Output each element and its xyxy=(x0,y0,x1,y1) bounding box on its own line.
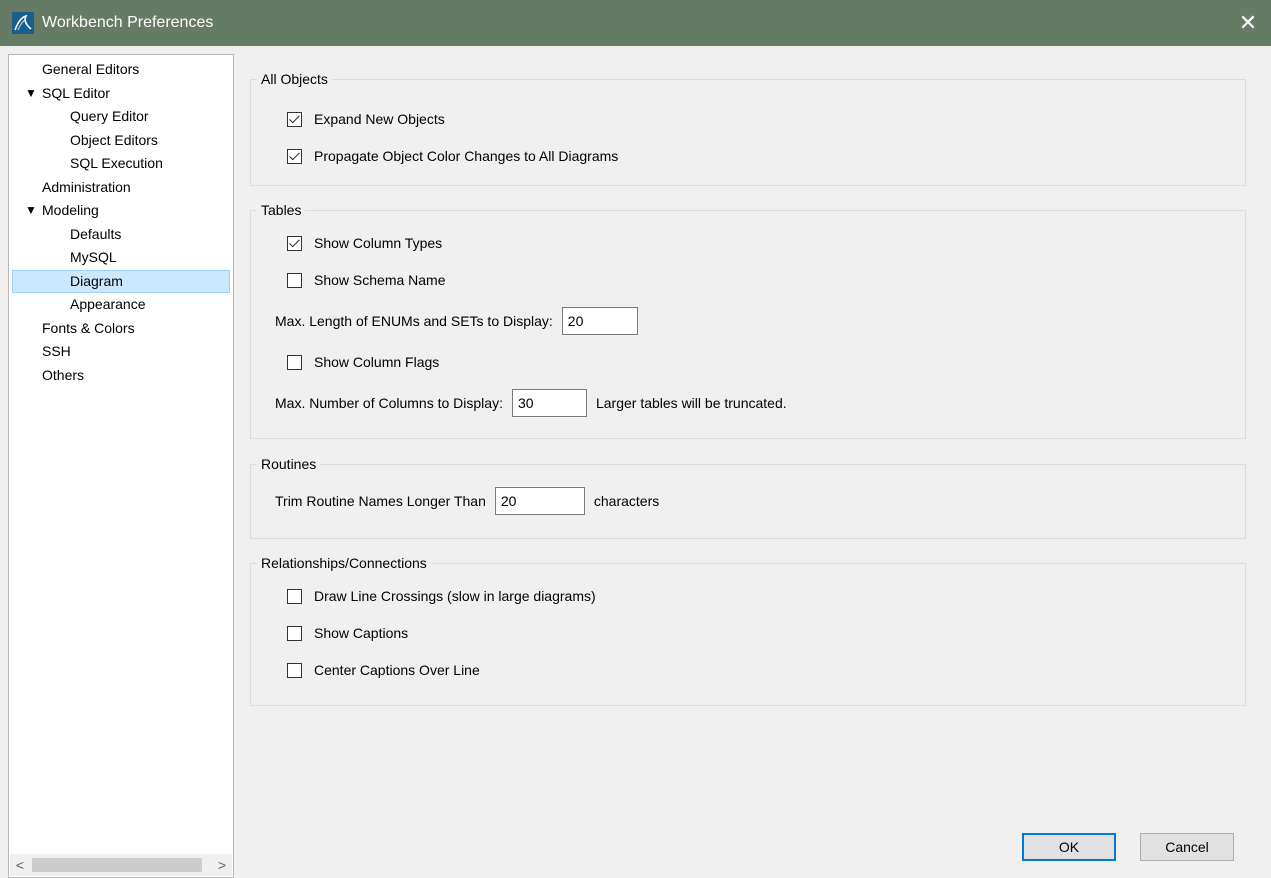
dialog-body: General Editors ▼ SQL Editor Query Editor… xyxy=(0,46,1271,878)
tree-item-object-editors[interactable]: Object Editors xyxy=(9,129,233,153)
tree-item-ssh[interactable]: SSH xyxy=(9,340,233,364)
draw-line-crossings-checkbox[interactable] xyxy=(287,588,302,604)
checkbox-label: Show Column Flags xyxy=(314,354,440,370)
tree-item-label: Modeling xyxy=(42,202,99,218)
tree-item-fonts-colors[interactable]: Fonts & Colors xyxy=(9,317,233,341)
tree-item-label: General Editors xyxy=(42,61,140,77)
tree-item-label: Appearance xyxy=(70,296,146,312)
all-objects-group: All Objects Expand New Objects Propagate… xyxy=(250,69,1246,186)
tree-item-modeling[interactable]: ▼ Modeling xyxy=(9,199,233,223)
max-enum-length-row: Max. Length of ENUMs and SETs to Display… xyxy=(275,307,647,335)
tree-item-label: Defaults xyxy=(70,225,122,242)
max-columns-row: Max. Number of Columns to Display: Large… xyxy=(275,389,787,417)
cancel-button[interactable]: Cancel xyxy=(1140,833,1234,861)
checkbox-label: Propagate Object Color Changes to All Di… xyxy=(314,148,619,164)
tree-item-label: SQL Execution xyxy=(70,155,163,171)
group-title: Routines xyxy=(257,454,321,474)
tree-item-sql-editor[interactable]: ▼ SQL Editor xyxy=(9,82,233,106)
close-button[interactable]: ✕ xyxy=(1225,0,1271,46)
preferences-tree: General Editors ▼ SQL Editor Query Editor… xyxy=(8,54,234,878)
close-icon: ✕ xyxy=(1238,10,1258,35)
tree-item-label: Administration xyxy=(42,178,131,195)
tree-item-query-editor[interactable]: Query Editor xyxy=(9,105,233,129)
tree-item-others[interactable]: Others xyxy=(9,364,233,388)
max-enum-length-input[interactable] xyxy=(561,307,638,335)
draw-line-crossings-option[interactable]: Draw Line Crossings (slow in large diagr… xyxy=(287,588,596,604)
diagram-settings-panel: All Objects Expand New Objects Propagate… xyxy=(240,54,1258,818)
propagate-color-option[interactable]: Propagate Object Color Changes to All Di… xyxy=(287,148,618,164)
window-title: Workbench Preferences xyxy=(42,14,214,31)
tree-item-general-editors[interactable]: General Editors xyxy=(9,58,233,82)
show-column-types-option[interactable]: Show Column Types xyxy=(287,235,442,251)
trim-unit-label: characters xyxy=(593,493,660,509)
tree-item-label: Query Editor xyxy=(70,108,149,124)
checkbox-label: Center Captions Over Line xyxy=(314,662,480,678)
checkbox-label: Expand New Objects xyxy=(314,111,445,127)
scroll-right-icon[interactable]: > xyxy=(212,854,232,876)
title-bar: Workbench Preferences ✕ xyxy=(0,0,1271,46)
tree-item-label: Diagram xyxy=(70,272,123,289)
tables-group: Tables Show Column Types Show Schema Nam… xyxy=(250,200,1246,439)
expand-new-objects-checkbox[interactable] xyxy=(287,111,302,127)
checkbox-label: Draw Line Crossings (slow in large diagr… xyxy=(314,588,596,604)
max-columns-label: Max. Number of Columns to Display: xyxy=(275,395,503,411)
tree-item-administration[interactable]: Administration xyxy=(9,176,233,200)
tree-item-label: MySQL xyxy=(70,249,117,265)
show-column-types-checkbox[interactable] xyxy=(287,235,302,251)
relationships-group: Relationships/Connections Draw Line Cros… xyxy=(250,553,1246,706)
tree-item-label: Others xyxy=(42,366,85,383)
group-title: All Objects xyxy=(257,69,332,89)
max-columns-note: Larger tables will be truncated. xyxy=(595,395,787,411)
mysql-workbench-icon xyxy=(12,12,34,34)
tree-item-diagram[interactable]: Diagram xyxy=(12,269,230,293)
ok-button[interactable]: OK xyxy=(1022,833,1116,861)
checkbox-label: Show Captions xyxy=(314,625,409,641)
group-title: Relationships/Connections xyxy=(257,553,431,573)
tree-item-label: SQL Editor xyxy=(42,84,110,101)
group-title: Tables xyxy=(257,200,306,220)
checkbox-label: Show Column Types xyxy=(314,235,443,251)
horizontal-scrollbar[interactable]: < > xyxy=(10,854,232,876)
trim-routine-names-row: Trim Routine Names Longer Than character… xyxy=(275,487,659,515)
checkbox-label: Show Schema Name xyxy=(314,272,446,288)
show-column-flags-option[interactable]: Show Column Flags xyxy=(287,354,439,370)
tree-item-label: Object Editors xyxy=(70,131,158,148)
routines-group: Routines Trim Routine Names Longer Than … xyxy=(250,454,1246,539)
scroll-left-icon[interactable]: < xyxy=(10,854,30,876)
show-schema-name-checkbox[interactable] xyxy=(287,272,302,288)
tree-item-label: Fonts & Colors xyxy=(42,319,135,336)
center-captions-checkbox[interactable] xyxy=(287,662,302,678)
max-enum-length-label: Max. Length of ENUMs and SETs to Display… xyxy=(275,313,553,329)
tree-item-label: SSH xyxy=(42,343,71,359)
max-columns-input[interactable] xyxy=(511,389,587,417)
trim-routine-names-input[interactable] xyxy=(494,487,585,515)
expand-arrow-icon[interactable]: ▼ xyxy=(25,199,37,222)
center-captions-option[interactable]: Center Captions Over Line xyxy=(287,662,480,678)
tree-item-sql-execution[interactable]: SQL Execution xyxy=(9,152,233,176)
scrollbar-thumb[interactable] xyxy=(32,858,202,872)
show-captions-option[interactable]: Show Captions xyxy=(287,625,408,641)
tree-item-defaults[interactable]: Defaults xyxy=(9,223,233,247)
show-column-flags-checkbox[interactable] xyxy=(287,354,302,370)
propagate-color-checkbox[interactable] xyxy=(287,148,302,164)
tree-item-appearance[interactable]: Appearance xyxy=(9,293,233,317)
expand-new-objects-option[interactable]: Expand New Objects xyxy=(287,111,445,127)
tree-item-mysql[interactable]: MySQL xyxy=(9,246,233,270)
trim-routine-names-label: Trim Routine Names Longer Than xyxy=(275,493,486,509)
show-schema-name-option[interactable]: Show Schema Name xyxy=(287,272,446,288)
expand-arrow-icon[interactable]: ▼ xyxy=(25,82,37,105)
show-captions-checkbox[interactable] xyxy=(287,625,302,641)
